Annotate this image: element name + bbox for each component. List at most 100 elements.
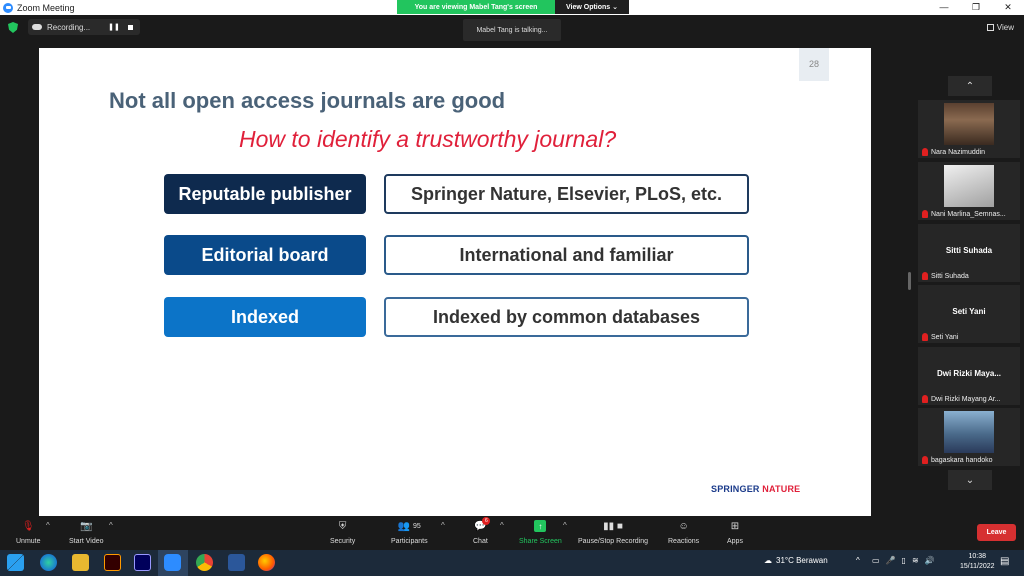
- notification-center-icon[interactable]: ▤: [1000, 556, 1009, 567]
- window-title: Zoom Meeting: [17, 2, 75, 13]
- zoom-logo-icon: [3, 2, 13, 13]
- viewing-share-label: You are viewing Mabel Tang's screen: [397, 0, 555, 14]
- participant-tile[interactable]: Seti Yani Seti Yani: [918, 285, 1020, 343]
- share-banner: You are viewing Mabel Tang's screen View…: [397, 0, 629, 14]
- close-button[interactable]: ✕: [992, 0, 1024, 15]
- share-screen-button[interactable]: ↑ Share Screen: [519, 520, 562, 545]
- chrome-browser-icon[interactable]: [196, 554, 213, 571]
- firefox-icon[interactable]: [258, 554, 275, 571]
- participant-name: Dwi Rizki Mayang Ar...: [922, 395, 1020, 403]
- brand-springer: SPRINGER: [711, 484, 760, 494]
- smiley-icon: ☺: [678, 520, 689, 532]
- recording-indicator: Recording... ❚❚: [28, 19, 140, 35]
- chat-icon: 💬 6: [474, 517, 491, 532]
- mic-tray-icon[interactable]: 🎤: [886, 556, 896, 565]
- chat-options-caret[interactable]: ^: [500, 521, 504, 530]
- unmute-button[interactable]: 🎙 Unmute: [16, 520, 41, 546]
- participants-options-caret[interactable]: ^: [441, 521, 445, 530]
- mic-muted-icon: [922, 456, 928, 464]
- word-icon[interactable]: [228, 554, 245, 571]
- audio-options-caret[interactable]: ^: [46, 521, 50, 530]
- cloud-weather-icon: ☁: [764, 556, 772, 565]
- criterion-indexed: Indexed: [164, 297, 366, 337]
- video-options-caret[interactable]: ^: [109, 521, 113, 530]
- stop-recording-icon[interactable]: [127, 24, 133, 30]
- panel-resize-handle[interactable]: [908, 272, 911, 290]
- participant-name: Nara Nazimuddin: [922, 148, 1020, 156]
- premiere-icon[interactable]: [134, 554, 151, 571]
- mic-muted-icon: [922, 148, 928, 156]
- shared-screen-slide: 28 Not all open access journals are good…: [39, 48, 871, 516]
- view-options-button[interactable]: View Options ⌄: [555, 0, 629, 14]
- start-video-button[interactable]: 📷 Start Video: [69, 520, 104, 546]
- network-tray-icon[interactable]: ▯: [902, 556, 906, 565]
- reactions-button[interactable]: ☺ Reactions: [668, 520, 699, 546]
- participant-tile[interactable]: Dwi Rizki Maya... Dwi Rizki Mayang Ar...: [918, 347, 1020, 405]
- participant-video: [944, 165, 994, 207]
- mic-muted-icon: [922, 272, 928, 280]
- windows-taskbar: [0, 550, 1024, 576]
- criterion-publisher: Reputable publisher: [164, 174, 366, 214]
- participant-display-name: Dwi Rizki Maya...: [936, 369, 1002, 378]
- slide-page-number: 28: [799, 48, 829, 81]
- share-options-caret[interactable]: ^: [563, 521, 567, 530]
- participant-name: bagaskara handoko: [922, 456, 1020, 464]
- grid-view-icon: [986, 24, 994, 31]
- apps-button[interactable]: ⊞ Apps: [727, 520, 743, 546]
- criterion-indexed-detail: Indexed by common databases: [384, 297, 749, 337]
- windows-start-icon[interactable]: [7, 554, 24, 571]
- chat-button[interactable]: 💬 6 Chat: [473, 517, 491, 545]
- cloud-icon: [32, 24, 42, 30]
- participant-name: Seti Yani: [922, 333, 1020, 341]
- meeting-toolbar: [0, 516, 1024, 550]
- participants-button[interactable]: 👥 95 Participants: [391, 520, 428, 546]
- shield-icon: ⛨: [338, 520, 347, 532]
- pause-stop-icon: ▮▮ ■: [603, 520, 623, 532]
- participant-display-name: Seti Yani: [952, 307, 986, 316]
- criterion-editorial-board-detail: International and familiar: [384, 235, 749, 275]
- volume-tray-icon[interactable]: 🔊: [925, 556, 935, 565]
- gallery-scroll-up-button[interactable]: ⌃: [948, 76, 992, 96]
- recording-label: Recording...: [47, 22, 91, 32]
- mic-muted-icon: [922, 333, 928, 341]
- restore-button[interactable]: ❐: [960, 0, 992, 15]
- mic-muted-icon: [922, 210, 928, 218]
- criterion-publisher-detail: Springer Nature, Elsevier, PLoS, etc.: [384, 174, 749, 214]
- slide-subtitle: How to identify a trustworthy journal?: [239, 126, 617, 152]
- weather-widget[interactable]: ☁ 31°C Berawan: [764, 556, 828, 565]
- participant-video: [944, 103, 994, 145]
- participant-tile[interactable]: Nara Nazimuddin: [918, 100, 1020, 158]
- mic-muted-icon: [922, 395, 928, 403]
- pause-recording-icon[interactable]: ❚❚: [108, 23, 120, 31]
- active-speaker-label: Mabel Tang is talking...: [463, 19, 561, 41]
- participant-tile[interactable]: Nani Marlina_Semnas...: [918, 162, 1020, 220]
- participant-display-name: Sitti Suhada: [945, 246, 993, 255]
- wifi-tray-icon[interactable]: ≋: [912, 556, 919, 565]
- edge-browser-icon[interactable]: [40, 554, 57, 571]
- apps-icon: ⊞: [730, 520, 740, 532]
- participant-tile[interactable]: Sitti Suhada Sitti Suhada: [918, 224, 1020, 282]
- participant-name: Nani Marlina_Semnas...: [922, 210, 1020, 218]
- zoom-app-icon[interactable]: [164, 554, 181, 571]
- participant-video: [944, 411, 994, 453]
- slide-title: Not all open access journals are good: [109, 88, 506, 113]
- leave-button[interactable]: Leave: [977, 524, 1016, 541]
- clock-date: 15/11/2022: [960, 563, 995, 570]
- taskbar-clock[interactable]: 10:38 15/11/2022: [960, 552, 995, 572]
- view-label: View: [996, 23, 1014, 32]
- springer-nature-logo: SPRINGER NATURE: [711, 484, 800, 494]
- share-screen-icon: ↑: [534, 520, 547, 532]
- security-button[interactable]: ⛨ Security: [330, 520, 355, 546]
- camera-tray-icon[interactable]: ▭: [872, 556, 880, 565]
- file-explorer-icon[interactable]: [72, 554, 89, 571]
- illustrator-icon[interactable]: [104, 554, 121, 571]
- window-controls: — ❐ ✕: [928, 0, 1024, 15]
- minimize-button[interactable]: —: [928, 0, 960, 15]
- pause-stop-recording-button[interactable]: ▮▮ ■ Pause/Stop Recording: [578, 520, 648, 546]
- tray-overflow-button[interactable]: ^: [856, 556, 860, 565]
- view-button[interactable]: View: [986, 23, 1014, 32]
- participants-icon: 👥 95: [397, 520, 421, 532]
- gallery-scroll-down-button[interactable]: ⌄: [948, 470, 992, 490]
- participant-tile[interactable]: bagaskara handoko: [918, 408, 1020, 466]
- participant-name: Sitti Suhada: [922, 272, 1020, 280]
